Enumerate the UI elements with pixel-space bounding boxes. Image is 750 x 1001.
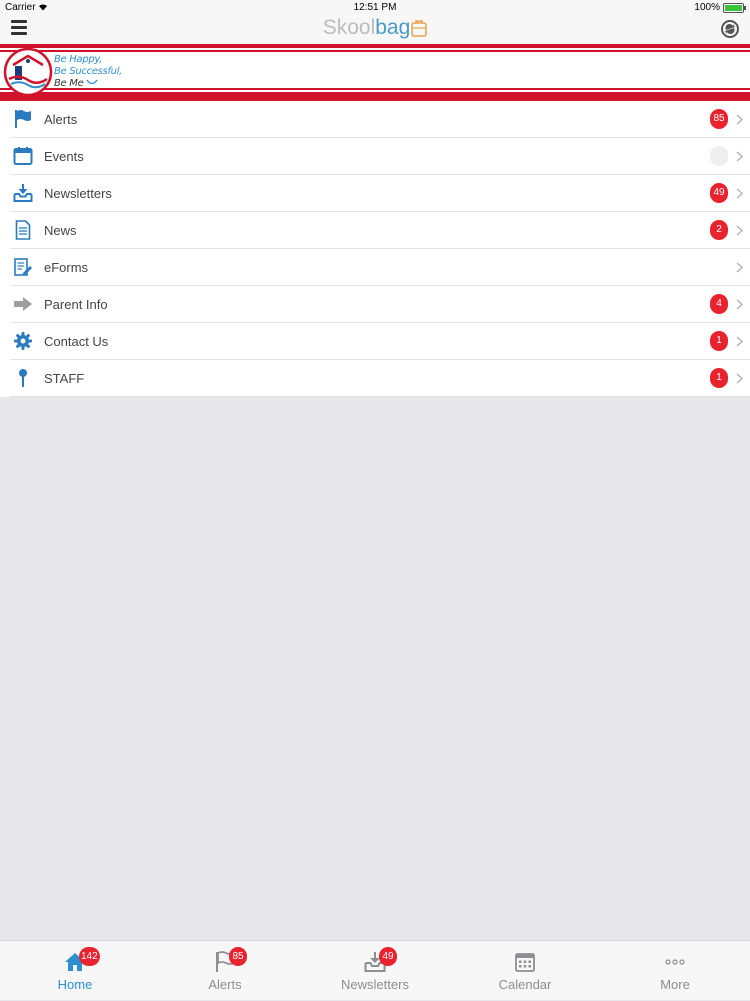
arrow-right-icon <box>14 297 32 311</box>
slogan-line: Be Me <box>54 78 122 90</box>
chevron-right-icon <box>736 262 743 273</box>
tab-label: Alerts <box>208 977 242 992</box>
pin-icon <box>19 369 27 387</box>
chevron-right-icon <box>736 299 743 310</box>
chevron-right-icon <box>736 373 743 384</box>
tab-badge: 85 <box>229 947 247 966</box>
battery: 100% <box>694 2 746 13</box>
battery-icon <box>723 2 746 13</box>
menu-item-label: eForms <box>44 260 89 275</box>
school-logo <box>3 47 53 97</box>
count-badge: 1 <box>710 368 728 388</box>
tab-home[interactable]: 142 Home <box>0 941 150 1001</box>
app-title-part1: Skool <box>322 16 376 39</box>
tab-alerts[interactable]: 85 Alerts <box>150 941 300 1001</box>
menu-item-staff[interactable]: STAFF 1 <box>10 360 750 397</box>
tab-newsletters[interactable]: 49 Newsletters <box>300 941 450 1001</box>
menu-item-events[interactable]: Events <box>10 138 750 175</box>
menu-item-contact-us[interactable]: Contact Us 1 <box>10 323 750 360</box>
menu-icon[interactable] <box>11 20 27 36</box>
menu-item-label: Alerts <box>44 112 78 127</box>
count-badge: 2 <box>710 220 728 240</box>
chevron-right-icon <box>736 225 743 236</box>
chevron-right-icon <box>736 114 743 125</box>
main-menu: Alerts 85 Events Newsletters 49 News 2 e… <box>0 101 750 397</box>
menu-item-newsletters[interactable]: Newsletters 49 <box>10 175 750 212</box>
calendar-icon <box>13 147 33 165</box>
sync-icon[interactable] <box>720 19 740 39</box>
gear-icon <box>14 332 32 350</box>
tab-more[interactable]: More <box>600 941 750 1001</box>
battery-percent: 100% <box>694 2 720 13</box>
school-banner: Be Happy, Be Successful, Be Me <box>0 44 750 101</box>
chevron-right-icon <box>736 151 743 162</box>
slogan-line-text: Be Me <box>54 78 84 89</box>
menu-item-label: Events <box>44 149 84 164</box>
app-title-part2: bag <box>375 16 411 39</box>
inbox-download-icon <box>13 184 33 202</box>
menu-item-label: Newsletters <box>44 186 112 201</box>
count-badge <box>710 146 728 166</box>
tab-bar: 142 Home 85 Alerts 49 Newsletters Calend… <box>0 940 750 1000</box>
chevron-right-icon <box>736 188 743 199</box>
menu-item-alerts[interactable]: Alerts 85 <box>10 101 750 138</box>
slogan-line: Be Happy, <box>54 54 103 65</box>
menu-item-label: STAFF <box>44 371 85 386</box>
form-edit-icon <box>14 258 32 276</box>
menu-item-eforms[interactable]: eForms <box>10 249 750 286</box>
menu-item-label: News <box>44 223 77 238</box>
menu-item-news[interactable]: News 2 <box>10 212 750 249</box>
clock: 12:51 PM <box>353 2 397 13</box>
document-icon <box>15 220 31 240</box>
smile-icon <box>86 79 98 85</box>
menu-item-label: Contact Us <box>44 334 109 349</box>
schoolbag-icon <box>411 20 428 37</box>
tab-label: Calendar <box>498 977 552 992</box>
more-icon <box>665 959 685 965</box>
tab-badge: 142 <box>79 947 100 966</box>
school-slogan: Be Happy, Be Successful, Be Me <box>54 54 122 90</box>
navigation-bar: Skoolbag <box>0 14 750 44</box>
tab-calendar[interactable]: Calendar <box>450 941 600 1001</box>
menu-item-parent-info[interactable]: Parent Info 4 <box>10 286 750 323</box>
slogan-line: Be Successful, <box>54 66 123 77</box>
calendar-icon <box>515 953 535 972</box>
tab-label: Newsletters <box>341 977 409 992</box>
count-badge: 49 <box>710 183 728 203</box>
count-badge: 85 <box>710 109 728 129</box>
tab-badge: 49 <box>379 947 397 966</box>
flag-icon <box>15 110 31 128</box>
count-badge: 4 <box>710 294 728 314</box>
status-bar: Carrier 12:51 PM 100% <box>0 0 750 14</box>
tab-label: More <box>660 977 690 992</box>
menu-item-label: Parent Info <box>44 297 108 312</box>
chevron-right-icon <box>736 336 743 347</box>
app-title: Skoolbag <box>0 16 750 40</box>
tab-label: Home <box>57 977 93 992</box>
count-badge: 1 <box>710 331 728 351</box>
